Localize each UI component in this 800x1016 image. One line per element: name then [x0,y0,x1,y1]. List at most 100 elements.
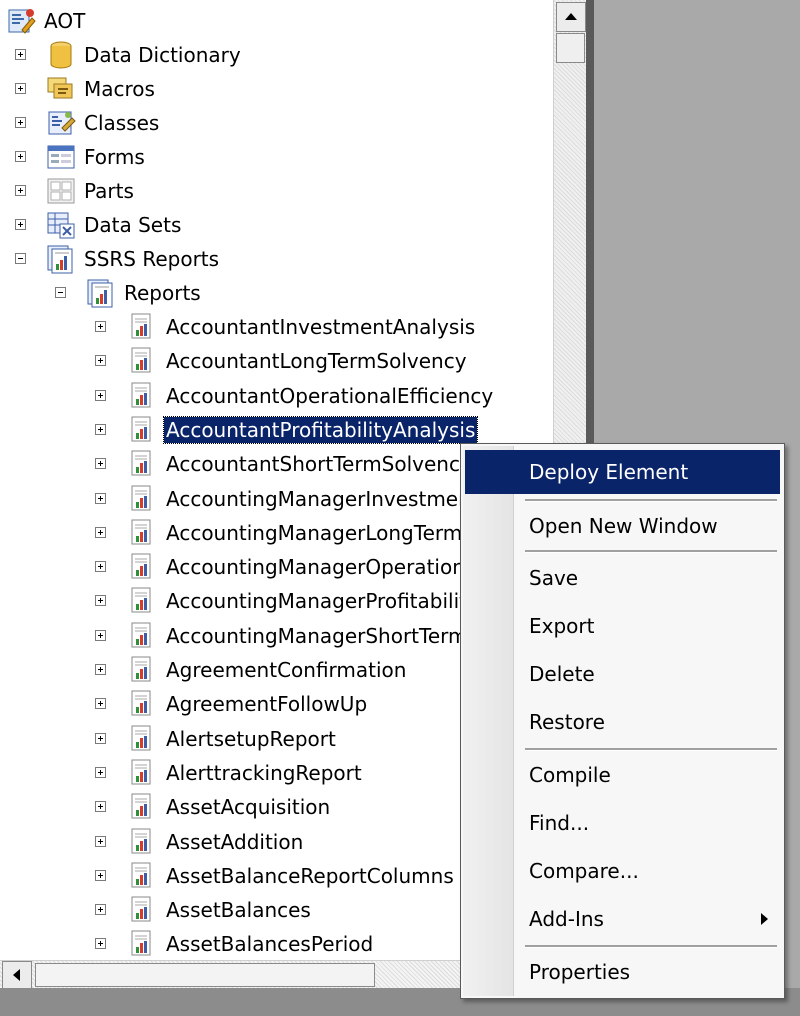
report-item-label: AccountingManagerInvestmen [166,487,471,511]
report-icon [131,896,151,922]
scroll-up-button[interactable] [556,2,586,32]
expand-icon[interactable] [95,321,106,332]
expand-icon[interactable] [95,527,106,538]
expand-icon[interactable] [95,938,106,949]
expand-icon[interactable] [95,595,106,606]
menu-item-delete[interactable]: Delete [465,652,780,696]
report-item[interactable]: AccountantInvestmentAnalysis [0,310,553,344]
menu-item-label: Delete [529,662,595,686]
parts-icon [47,178,75,204]
tree-node-label: SSRS Reports [84,247,220,271]
report-icon [131,622,151,648]
menu-item-find[interactable]: Find... [465,801,780,845]
tree-node-label: Data Sets [84,213,182,237]
report-icon [131,416,151,442]
menu-item-compare[interactable]: Compare... [465,849,780,893]
menu-item-label: Open New Window [529,514,718,538]
tree-node-ssrs-reports[interactable]: SSRS Reports [0,242,300,276]
expand-icon[interactable] [15,219,26,230]
forms-icon [47,145,75,169]
scroll-left-button[interactable] [2,961,32,989]
report-item-label: AssetAddition [166,830,304,854]
menu-item-compile[interactable]: Compile [465,753,780,797]
menu-separator [525,748,777,751]
expand-icon[interactable] [15,185,26,196]
report-item-label: AccountingManagerOperationa [166,555,478,579]
menu-item-label: Compare... [529,859,639,883]
tree-node-forms[interactable]: Forms [0,140,300,174]
expand-icon[interactable] [15,151,26,162]
menu-item-properties[interactable]: Properties [465,950,780,994]
expand-icon[interactable] [95,458,106,469]
aot-icon [8,9,36,34]
report-item-label: AccountantShortTermSolvency [166,452,472,476]
expand-icon[interactable] [95,733,106,744]
database-icon [50,41,72,69]
menu-separator [525,550,777,553]
expand-icon[interactable] [95,561,106,572]
menu-item-export[interactable]: Export [465,604,780,648]
menu-item-add-ins[interactable]: Add-Ins [465,897,780,941]
report-icon [131,828,151,854]
menu-separator [525,945,777,948]
report-icon [131,759,151,785]
tree-node-data-dictionary[interactable]: Data Dictionary [0,38,300,72]
arrow-up-icon [565,13,577,20]
horizontal-scroll-thumb[interactable] [35,963,375,987]
report-item-label: AssetBalanceReportColumns [166,864,454,888]
expand-icon[interactable] [95,836,106,847]
report-item[interactable]: AccountantProfitabilityAnalysis [0,413,553,447]
expand-icon[interactable] [95,801,106,812]
collapse-icon[interactable] [15,253,26,264]
menu-item-deploy-element[interactable]: Deploy Element [465,450,780,494]
tree-node-parts[interactable]: Parts [0,174,300,208]
report-icon [131,450,151,476]
tree-node-classes[interactable]: Classes [0,106,300,140]
classes-icon [48,111,76,135]
report-item-label: AccountingManagerProfitability [166,589,479,613]
expand-icon[interactable] [95,904,106,915]
report-icon [131,862,151,888]
menu-item-restore[interactable]: Restore [465,700,780,744]
tree-root-label: AOT [44,9,86,33]
expand-icon[interactable] [95,424,106,435]
tree-node-data-sets[interactable]: Data Sets [0,208,300,242]
expand-icon[interactable] [95,870,106,881]
context-menu[interactable]: Deploy Element Open New Window Save Expo… [460,443,785,999]
expand-icon[interactable] [15,83,26,94]
tree-node-label: Classes [84,111,160,135]
report-icon [131,313,151,339]
tree-node-label: Data Dictionary [84,43,241,67]
vertical-scroll-thumb[interactable] [556,33,585,63]
menu-item-label: Deploy Element [529,460,689,484]
menu-item-label: Find... [529,811,590,835]
report-icon [131,382,151,408]
menu-item-label: Compile [529,763,611,787]
tree-node-reports[interactable]: Reports [0,276,300,310]
report-folder-icon [87,279,113,308]
report-item[interactable]: AccountantLongTermSolvency [0,344,553,378]
tree-node-macros[interactable]: Macros [0,72,300,106]
collapse-icon[interactable] [55,287,66,298]
expand-icon[interactable] [95,630,106,641]
report-item[interactable]: AccountantOperationalEfficiency [0,379,553,413]
expand-icon[interactable] [95,493,106,504]
menu-item-open-new-window[interactable]: Open New Window [465,504,780,548]
expand-icon[interactable] [95,664,106,675]
report-item-label: AgreementFollowUp [166,692,368,716]
report-item-label: AssetBalances [166,898,311,922]
macros-icon [47,77,73,99]
expand-icon[interactable] [95,355,106,366]
expand-icon[interactable] [95,390,106,401]
submenu-arrow-icon [761,913,768,925]
expand-icon[interactable] [95,698,106,709]
expand-icon[interactable] [15,117,26,128]
menu-item-save[interactable]: Save [465,556,780,600]
report-icon [131,725,151,751]
expand-icon[interactable] [95,767,106,778]
expand-icon[interactable] [15,49,26,60]
tree-root-aot[interactable]: AOT [0,4,200,38]
report-item-label: AccountantOperationalEfficiency [166,384,494,408]
tree-node-label: Parts [84,179,134,203]
menu-separator [525,499,777,502]
